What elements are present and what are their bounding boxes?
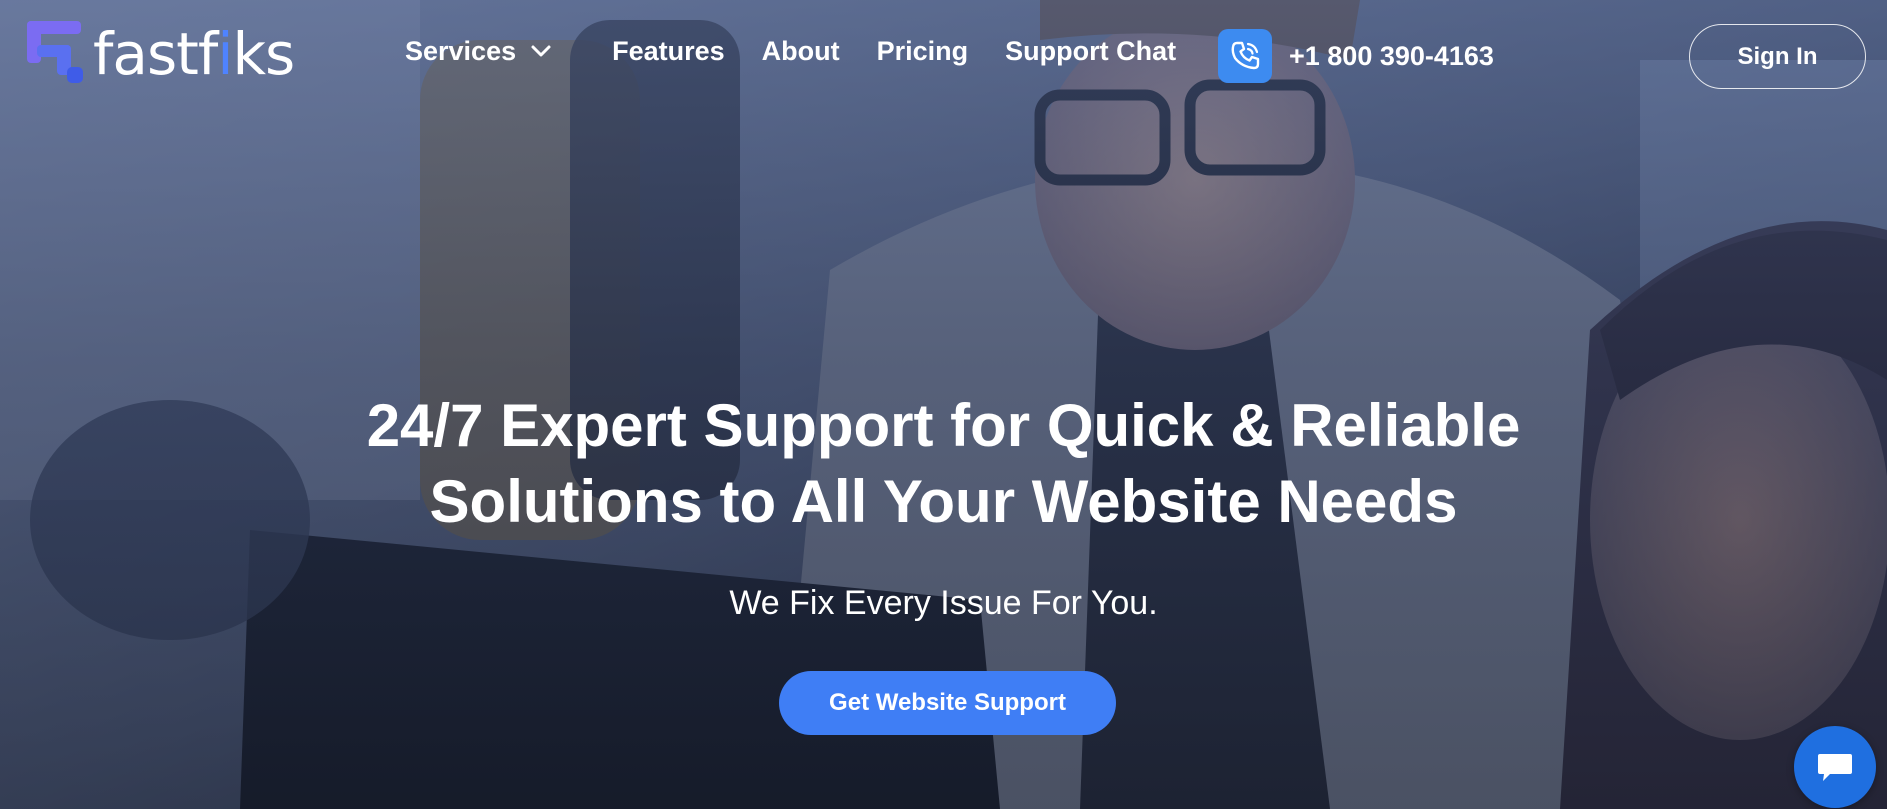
hero-subheadline: We Fix Every Issue For You. — [729, 584, 1158, 622]
hero-headline-line-2: Solutions to All Your Website Needs — [429, 468, 1458, 535]
nav-item-pricing[interactable]: Pricing — [877, 36, 969, 67]
chat-widget-button[interactable] — [1794, 726, 1876, 808]
nav-item-services[interactable]: Services — [405, 36, 552, 67]
get-website-support-button[interactable]: Get Website Support — [779, 671, 1116, 735]
hero-headline: 24/7 Expert Support for Quick & Reliable… — [300, 388, 1587, 540]
nav-item-about[interactable]: About — [762, 36, 840, 67]
nav-item-support-chat[interactable]: Support Chat — [1005, 36, 1176, 67]
nav-item-features[interactable]: Features — [612, 36, 725, 67]
phone-contact[interactable]: +1 800 390-4163 — [1218, 29, 1494, 83]
phone-call-icon — [1218, 29, 1272, 83]
logo-wordmark: fastfiks — [93, 20, 295, 88]
hero-headline-line-1: 24/7 Expert Support for Quick & Reliable — [366, 392, 1521, 459]
chevron-down-icon — [531, 45, 551, 57]
nav-item-label: Services — [405, 35, 517, 66]
sign-in-button[interactable]: Sign In — [1689, 24, 1866, 89]
fastfiks-logo[interactable]: fastfiks — [27, 20, 295, 88]
site-header: fastfiks Services Features About Pricing… — [0, 0, 1887, 110]
phone-number[interactable]: +1 800 390-4163 — [1289, 41, 1494, 72]
fastfiks-logo-mark-icon — [27, 21, 83, 83]
hero-section: fastfiks Services Features About Pricing… — [0, 0, 1887, 809]
main-nav: Services Features About Pricing Support … — [405, 28, 1213, 74]
chat-bubble-icon — [1818, 754, 1852, 781]
